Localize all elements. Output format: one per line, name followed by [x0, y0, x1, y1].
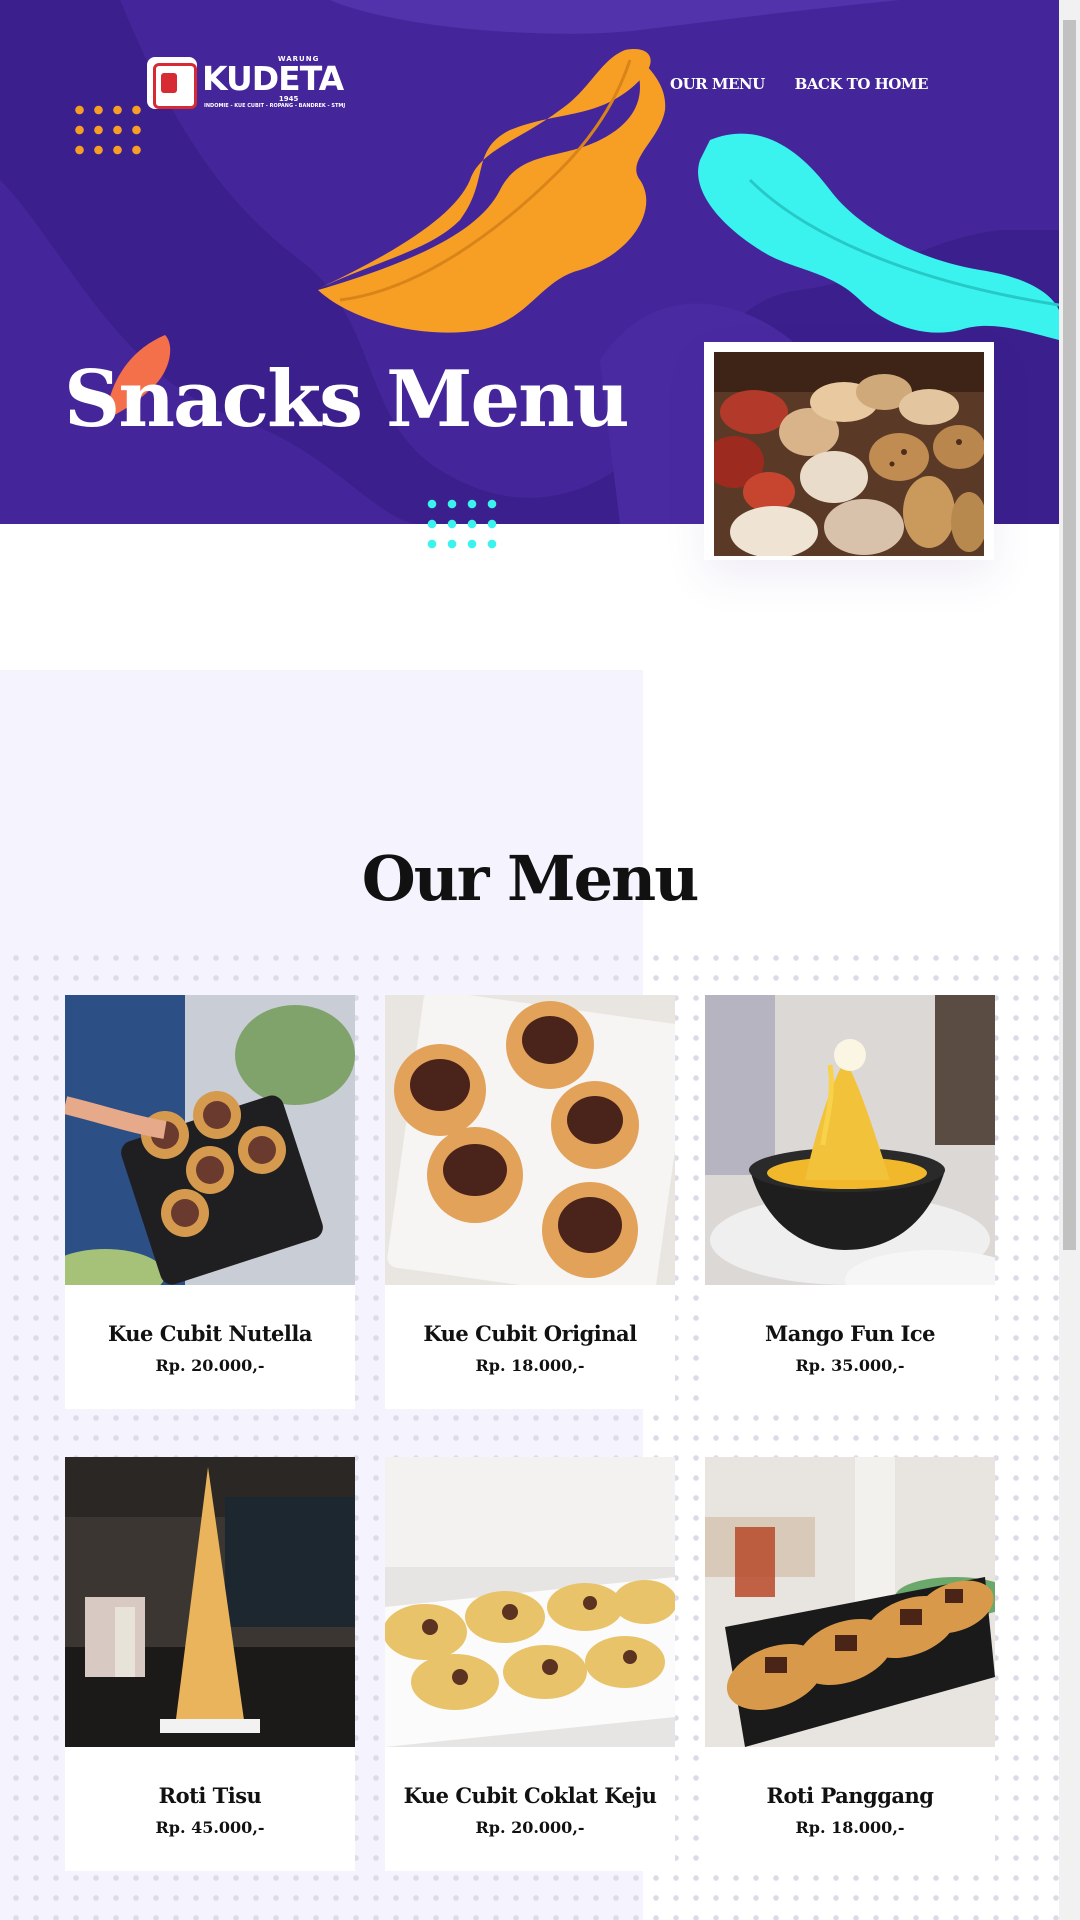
decorative-dots-orange — [70, 100, 146, 158]
brand-logo[interactable]: WARUNG KUDETA 1945 INDOMIE - KUE CUBIT -… — [147, 55, 345, 110]
scrollbar-thumb[interactable] — [1063, 20, 1076, 1250]
kue-cubit-coklat-keju-photo-icon — [383, 1457, 677, 1747]
menu-item-name: Kue Cubit Coklat Keju — [403, 1783, 657, 1808]
menu-card-roti-tisu[interactable]: Roti Tisu Rp. 45.000,- — [65, 1457, 355, 1871]
roti-panggang-photo-icon — [705, 1457, 1015, 1747]
roti-tisu-photo-icon — [65, 1457, 355, 1747]
kue-cubit-original-photo-icon — [385, 990, 692, 1303]
menu-item-price: Rp. 45.000,- — [155, 1818, 265, 1837]
nav-back-to-home-link[interactable]: BACK TO HOME — [795, 75, 929, 93]
menu-card-kue-cubit-original[interactable]: Kue Cubit Original Rp. 18.000,- — [385, 990, 692, 1409]
menu-item-price: Rp. 18.000,- — [795, 1818, 905, 1837]
menu-card-kue-cubit-nutella[interactable]: Kue Cubit Nutella Rp. 20.000,- — [45, 995, 355, 1409]
nav-our-menu-link[interactable]: OUR MENU — [670, 75, 765, 93]
menu-item-price: Rp. 20.000,- — [155, 1356, 265, 1375]
logo-tagline: INDOMIE - KUE CUBIT - ROPANG - BANDREK -… — [204, 103, 346, 109]
menu-card-roti-panggang[interactable]: Roti Panggang Rp. 18.000,- — [705, 1457, 1015, 1871]
menu-item-name: Mango Fun Ice — [765, 1321, 935, 1346]
menu-item-name: Kue Cubit Nutella — [108, 1321, 312, 1346]
menu-item-name: Kue Cubit Original — [423, 1321, 637, 1346]
decorative-dots-cyan — [422, 494, 502, 550]
logo-emblem-icon — [147, 56, 197, 109]
menu-item-name: Roti Tisu — [158, 1783, 262, 1808]
top-nav: OUR MENU BACK TO HOME — [670, 75, 928, 93]
menu-item-price: Rp. 35.000,- — [795, 1356, 905, 1375]
menu-item-price: Rp. 18.000,- — [475, 1356, 585, 1375]
logo-wordmark: WARUNG KUDETA 1945 INDOMIE - KUE CUBIT -… — [202, 55, 345, 110]
kue-cubit-nutella-photo-icon — [45, 995, 355, 1301]
logo-year: 1945 — [278, 95, 299, 103]
menu-card-kue-cubit-coklat-keju[interactable]: Kue Cubit Coklat Keju Rp. 20.000,- — [383, 1457, 677, 1871]
page-title: Snacks Menu — [64, 354, 630, 445]
menu-item-price: Rp. 20.000,- — [475, 1818, 585, 1837]
hero-photo-frame — [704, 342, 994, 560]
mango-fun-ice-photo-icon — [705, 995, 1025, 1310]
menu-section-title: Our Menu — [361, 842, 700, 915]
menu-item-name: Roti Panggang — [766, 1783, 934, 1808]
menu-card-mango-fun-ice[interactable]: Mango Fun Ice Rp. 35.000,- — [705, 995, 1025, 1409]
pastries-photo-icon — [704, 352, 987, 558]
logo-name: KUDETA — [202, 59, 344, 98]
page-scrollbar[interactable] — [1059, 0, 1080, 1920]
